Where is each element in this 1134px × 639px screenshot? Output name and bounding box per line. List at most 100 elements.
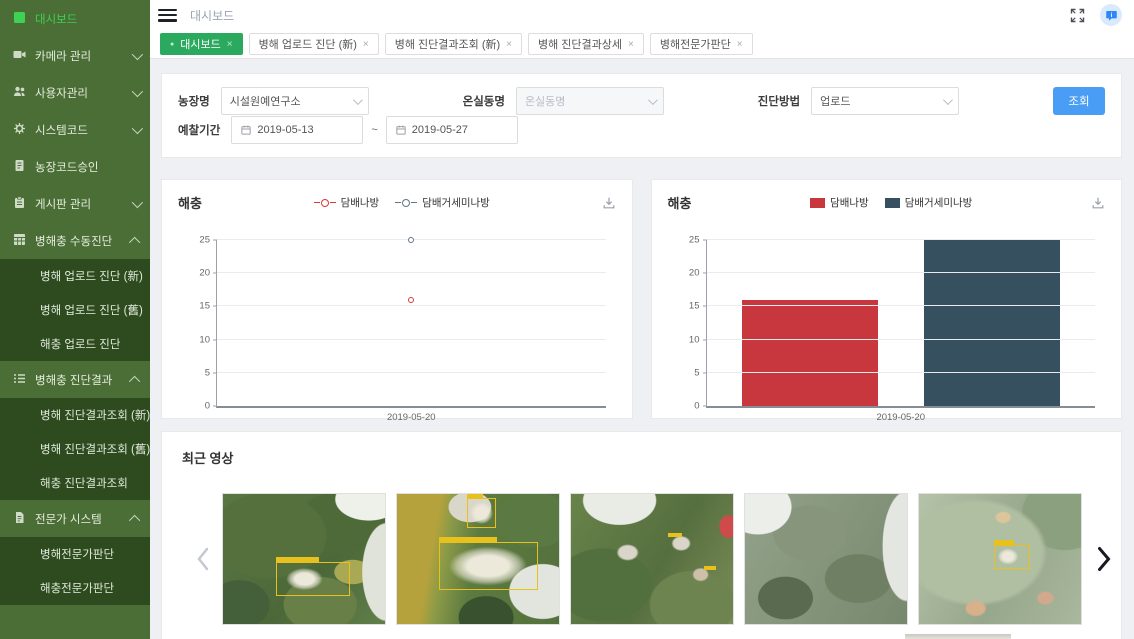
close-tab-icon[interactable]: × [628, 39, 634, 50]
sidebar-item-pest-result-view[interactable]: 해충 진단결과조회 [0, 466, 150, 500]
sidebar-item-expert-system[interactable]: 전문가 시스템 [0, 500, 150, 537]
recent-image-2[interactable] [396, 493, 560, 625]
data-point-담배나방[interactable] [408, 297, 414, 303]
diagnosis-method-label: 진단방법 [758, 93, 800, 109]
farm-name-select[interactable]: 시설원예연구소 [221, 87, 369, 115]
data-point-담배거세미나방[interactable] [408, 237, 414, 243]
legend-marker-icon [885, 198, 900, 208]
fullscreen-icon[interactable] [1070, 8, 1085, 23]
bar-plot-area: 2019-05-200510152025 [706, 240, 1096, 408]
tab-dashboard[interactable]: ● 대시보드 × [160, 33, 243, 55]
chevron-up-icon [129, 514, 140, 525]
x-tick-label: 2019-05-20 [387, 412, 436, 423]
users-icon [13, 85, 26, 101]
tab-disease-upload-diagnosis-new[interactable]: 병해 업로드 진단 (新) × [249, 33, 379, 55]
legend-label: 담배나방 [830, 195, 869, 210]
tab-disease-result-view-new[interactable]: 병해 진단결과조회 (新) × [385, 33, 522, 55]
sidebar-item-dashboard[interactable]: 대시보드 [0, 0, 150, 37]
download-icon[interactable] [602, 196, 616, 210]
sidebar-item-farm-code-approval[interactable]: 농장코드승인 [0, 148, 150, 185]
partial-next-image [905, 634, 1011, 639]
chart-legend: 담배나방 담배거세미나방 [202, 195, 602, 210]
recent-image-4[interactable] [744, 493, 908, 625]
bar-담배나방[interactable] [742, 300, 878, 406]
sidebar-item-disease-result-view-old[interactable]: 병해 진단결과조회 (舊) [0, 432, 150, 466]
sidebar-item-pest-manual-diagnosis[interactable]: 병해충 수동진단 [0, 222, 150, 259]
chart-legend: 담배나방 담배거세미나방 [691, 195, 1091, 210]
y-tick-label: 0 [680, 401, 700, 412]
sidebar-item-board-management[interactable]: 게시판 관리 [0, 185, 150, 222]
sidebar-item-label: 사용자관리 [35, 85, 88, 101]
tab-disease-result-detail[interactable]: 병해 진단결과상세 × [528, 33, 644, 55]
y-tick-label: 20 [190, 268, 210, 279]
image-tiles [222, 493, 1082, 625]
close-tab-icon[interactable]: × [363, 39, 369, 50]
sidebar-item-pest-expert-judgment[interactable]: 해충전문가판단 [0, 571, 150, 605]
download-icon[interactable] [1091, 196, 1105, 210]
close-tab-icon[interactable]: × [737, 39, 743, 50]
detection-box [994, 545, 1030, 569]
hamburger-menu-icon[interactable] [158, 9, 177, 22]
bar-담배거세미나방[interactable] [924, 240, 1060, 406]
y-tick-mark [213, 372, 217, 373]
recent-image-5[interactable] [918, 493, 1082, 625]
info-chat-icon[interactable]: i [1100, 4, 1122, 26]
sidebar-submenu-manual-diagnosis: 병해 업로드 진단 (新) 병해 업로드 진단 (舊) 해충 업로드 진단 [0, 259, 150, 361]
legend-marker-icon [810, 198, 825, 208]
detection-box [439, 542, 538, 590]
y-tick-mark [213, 273, 217, 274]
dashboard-icon [13, 11, 26, 27]
gridline [217, 372, 606, 373]
sidebar-submenu-expert-system: 병해전문가판단 해충전문가판단 [0, 537, 150, 605]
legend-item[interactable]: 담배나방 [810, 195, 869, 210]
close-tab-icon[interactable]: × [227, 39, 233, 50]
search-button[interactable]: 조회 [1053, 87, 1105, 115]
legend-marker-icon [314, 199, 336, 207]
gridline [707, 339, 1096, 340]
y-tick-label: 10 [190, 334, 210, 345]
sidebar-item-disease-result-view-new[interactable]: 병해 진단결과조회 (新) [0, 398, 150, 432]
sidebar-item-camera-management[interactable]: 카메라 관리 [0, 37, 150, 74]
y-tick-mark [213, 240, 217, 241]
svg-text:i: i [1110, 11, 1112, 18]
bars-container [707, 240, 1096, 406]
sidebar-item-pest-upload-diagnosis[interactable]: 해충 업로드 진단 [0, 327, 150, 361]
legend-item[interactable]: 담배거세미나방 [395, 195, 490, 210]
legend-item[interactable]: 담배거세미나방 [885, 195, 973, 210]
sidebar-item-disease-upload-diagnosis-new[interactable]: 병해 업로드 진단 (新) [0, 259, 150, 293]
mildew-spot [442, 543, 534, 589]
greenhouse-name-label: 온실동명 [463, 93, 505, 109]
carousel-next-icon[interactable] [1082, 493, 1122, 625]
recent-image-3[interactable] [570, 493, 734, 625]
recent-image-1[interactable] [222, 493, 386, 625]
sidebar-item-disease-upload-diagnosis-old[interactable]: 병해 업로드 진단 (舊) [0, 293, 150, 327]
close-tab-icon[interactable]: × [506, 39, 512, 50]
topbar: 대시보드 i [150, 0, 1134, 30]
sidebar-item-user-management[interactable]: 사용자관리 [0, 74, 150, 111]
sidebar-item-diagnosis-results[interactable]: 병해충 진단결과 [0, 361, 150, 398]
legend-item[interactable]: 담배나방 [314, 195, 380, 210]
gridline [707, 272, 1096, 273]
chart-title: 해충 [178, 193, 202, 212]
detection-box [467, 498, 497, 529]
y-tick-label: 25 [190, 235, 210, 246]
diagnosis-method-select[interactable]: 업로드 [811, 87, 959, 115]
calendar-icon [396, 125, 406, 135]
calendar-icon [241, 125, 251, 135]
sidebar-item-label: 게시판 관리 [35, 196, 91, 212]
mildew-spot [468, 500, 496, 526]
tab-disease-expert-judgment[interactable]: 병해전문가판단 × [650, 33, 753, 55]
document-icon [13, 159, 26, 175]
sidebar-item-system-code[interactable]: 시스템코드 [0, 111, 150, 148]
period-end-input[interactable]: 2019-05-27 [386, 116, 518, 144]
carousel-prev-icon[interactable] [182, 493, 222, 625]
y-tick-label: 5 [190, 367, 210, 378]
recent-images-title: 최근 영상 [182, 448, 1101, 467]
y-tick-mark [703, 306, 707, 307]
sidebar-item-disease-expert-judgment[interactable]: 병해전문가판단 [0, 537, 150, 571]
chevron-down-icon [132, 122, 143, 133]
period-start-input[interactable]: 2019-05-13 [231, 116, 363, 144]
filter-panel: 농장명 시설원예연구소 온실동명 온실동명 [161, 73, 1122, 158]
greenhouse-name-select[interactable]: 온실동명 [516, 87, 664, 115]
sidebar-item-label: 시스템코드 [35, 122, 88, 138]
